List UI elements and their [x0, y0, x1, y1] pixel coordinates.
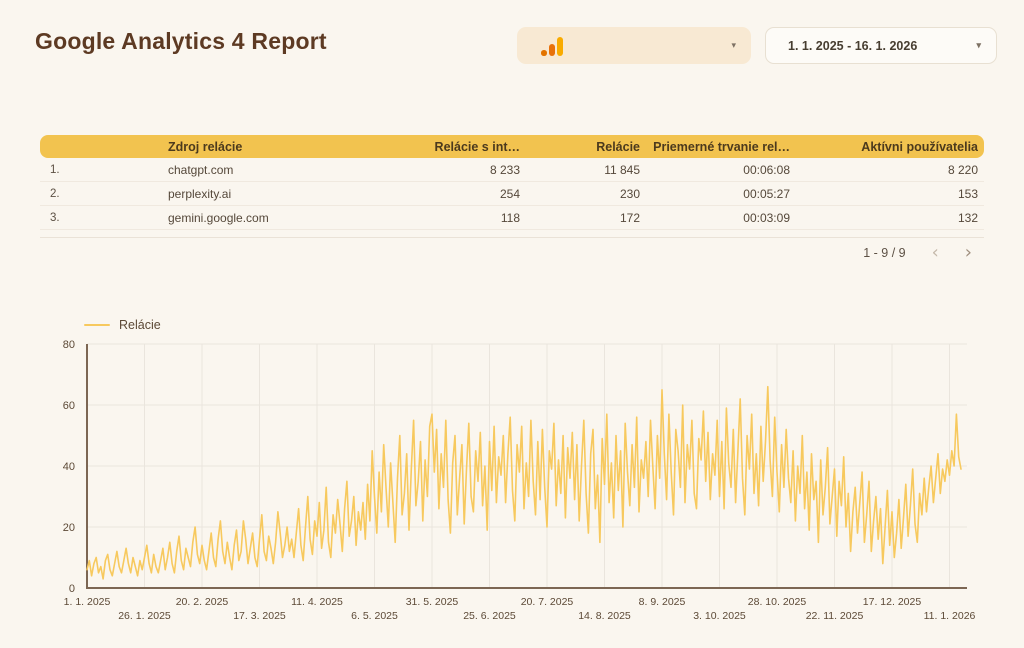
table-pagination: 1 - 9 / 9 ‹ › — [40, 237, 984, 267]
table-header-row: Zdroj relácie Relácie s int… Relácie Pri… — [40, 135, 984, 158]
row-engaged-sessions: 118 — [380, 211, 520, 225]
svg-text:20: 20 — [63, 522, 75, 534]
svg-text:11. 4. 2025: 11. 4. 2025 — [291, 596, 343, 608]
table-row[interactable]: 1. chatgpt.com 8 233 11 845 00:06:08 8 2… — [40, 158, 984, 182]
row-index: 1. — [40, 164, 150, 176]
chevron-down-icon: ▾ — [731, 40, 736, 51]
svg-text:14. 8. 2025: 14. 8. 2025 — [578, 610, 631, 622]
svg-text:31. 5. 2025: 31. 5. 2025 — [406, 596, 459, 608]
svg-text:20. 2. 2025: 20. 2. 2025 — [176, 596, 229, 608]
row-source: chatgpt.com — [150, 163, 380, 177]
chevron-down-icon: ▾ — [976, 40, 981, 51]
table-row[interactable]: 2. perplexity.ai 254 230 00:05:27 153 — [40, 182, 984, 206]
avg-duration-column-header[interactable]: Priemerné trvanie rel… — [640, 140, 790, 154]
svg-text:3. 10. 2025: 3. 10. 2025 — [693, 610, 746, 622]
svg-text:40: 40 — [63, 461, 75, 473]
row-avg-duration: 00:06:08 — [640, 163, 790, 177]
date-range-selector[interactable]: 1. 1. 2025 - 16. 1. 2026 ▾ — [765, 27, 997, 64]
row-sessions: 230 — [520, 187, 640, 201]
row-avg-duration: 00:05:27 — [640, 187, 790, 201]
row-sessions: 11 845 — [520, 163, 640, 177]
svg-text:80: 80 — [63, 339, 75, 351]
row-engaged-sessions: 254 — [380, 187, 520, 201]
row-index: 2. — [40, 188, 150, 200]
row-index: 3. — [40, 212, 150, 224]
svg-text:8. 9. 2025: 8. 9. 2025 — [639, 596, 686, 608]
next-page-icon[interactable]: › — [965, 244, 972, 262]
row-sessions: 172 — [520, 211, 640, 225]
svg-text:17. 12. 2025: 17. 12. 2025 — [863, 596, 922, 608]
row-active-users: 153 — [790, 187, 984, 201]
row-engaged-sessions: 8 233 — [380, 163, 520, 177]
source-column-header[interactable]: Zdroj relácie — [150, 140, 380, 154]
svg-text:26. 1. 2025: 26. 1. 2025 — [118, 610, 171, 622]
page-title: Google Analytics 4 Report — [35, 28, 327, 55]
sessions-column-header[interactable]: Relácie — [520, 140, 640, 154]
date-range-value: 1. 1. 2025 - 16. 1. 2026 — [788, 39, 917, 53]
row-active-users: 8 220 — [790, 163, 984, 177]
row-active-users: 132 — [790, 211, 984, 225]
svg-text:0: 0 — [69, 583, 75, 595]
svg-text:25. 6. 2025: 25. 6. 2025 — [463, 610, 516, 622]
svg-text:17. 3. 2025: 17. 3. 2025 — [233, 610, 286, 622]
engaged-sessions-column-header[interactable]: Relácie s int… — [380, 140, 520, 154]
google-analytics-icon — [541, 36, 563, 56]
svg-text:6. 5. 2025: 6. 5. 2025 — [351, 610, 398, 622]
svg-text:11. 1. 2026: 11. 1. 2026 — [924, 610, 976, 622]
ga-data-source-selector[interactable]: ▾ — [517, 27, 751, 64]
svg-text:1. 1. 2025: 1. 1. 2025 — [64, 596, 111, 608]
svg-text:60: 60 — [63, 400, 75, 412]
pagination-range-label: 1 - 9 / 9 — [863, 246, 905, 260]
row-avg-duration: 00:03:09 — [640, 211, 790, 225]
active-users-column-header[interactable]: Aktívni používatelia — [790, 140, 984, 154]
svg-text:22. 11. 2025: 22. 11. 2025 — [806, 610, 864, 622]
row-source: perplexity.ai — [150, 187, 380, 201]
previous-page-icon[interactable]: ‹ — [932, 244, 939, 262]
sessions-table: Zdroj relácie Relácie s int… Relácie Pri… — [40, 135, 984, 230]
sessions-line-chart: 0 20 40 60 80 1. 1. 2025 26. 1. 2025 20. 2. 202… — [40, 308, 984, 644]
row-source: gemini.google.com — [150, 211, 380, 225]
sessions-time-series-chart: Relácie 0204060801. 1. 202526. 1. 202520… — [40, 308, 984, 644]
svg-text:20. 7. 2025: 20. 7. 2025 — [521, 596, 574, 608]
table-row[interactable]: 3. gemini.google.com 118 172 00:03:09 13… — [40, 206, 984, 230]
svg-text:28. 10. 2025: 28. 10. 2025 — [748, 596, 807, 608]
